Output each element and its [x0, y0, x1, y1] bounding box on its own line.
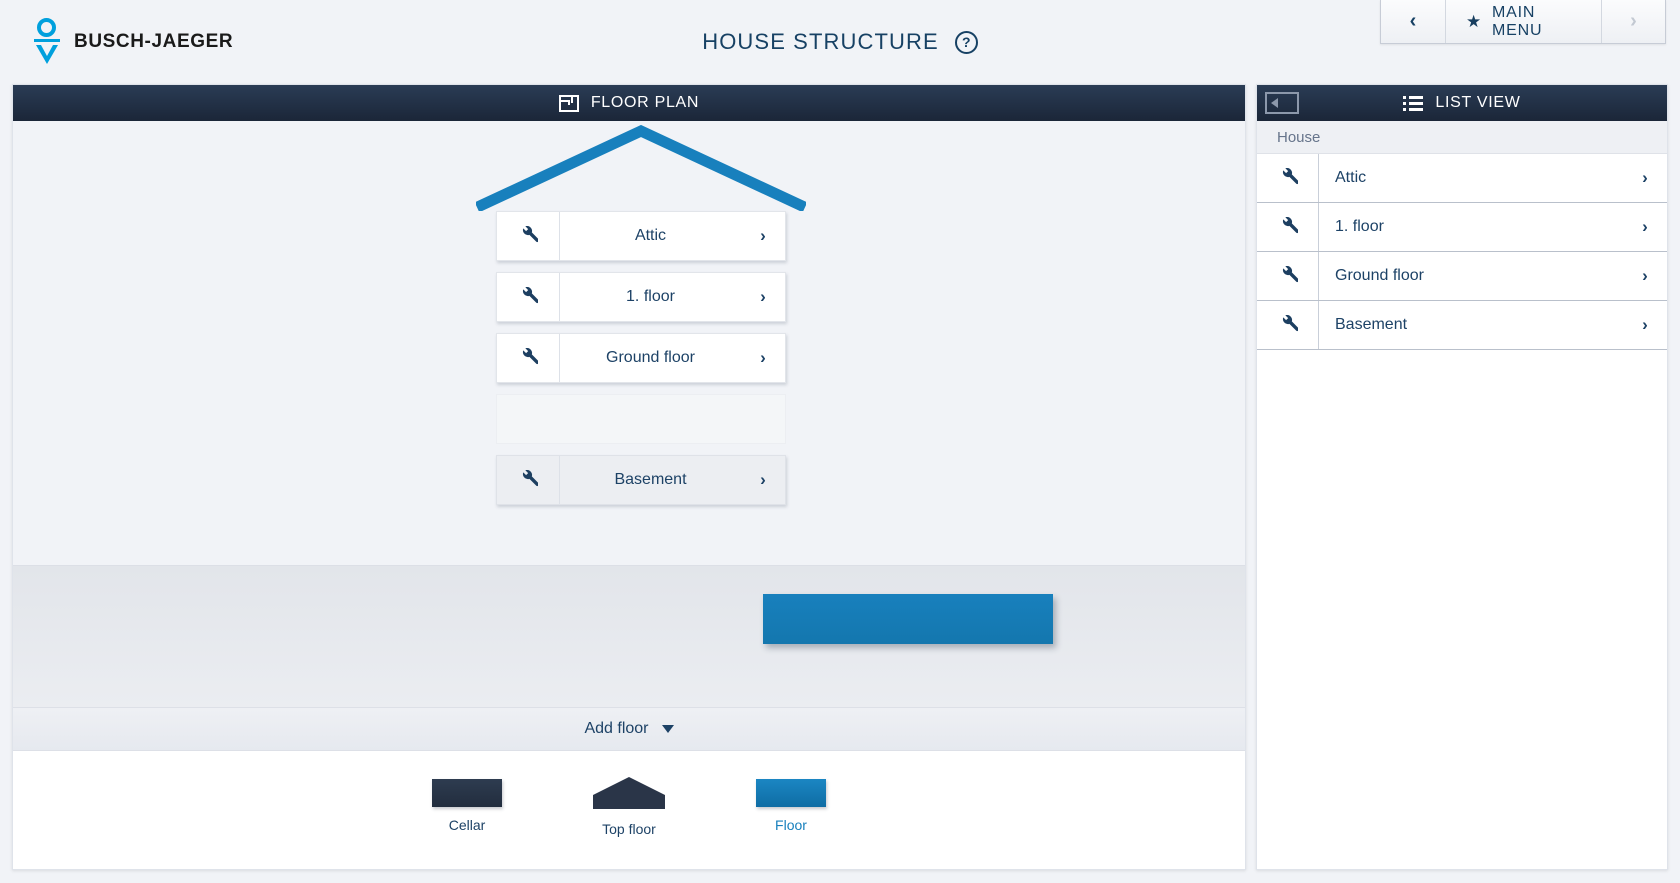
floor-type-palette: Cellar Top floor Floor: [13, 751, 1245, 869]
chevron-right-icon[interactable]: ›: [1623, 217, 1667, 237]
list-view-header-title: LIST VIEW: [1435, 94, 1521, 111]
floor-card-ground-floor[interactable]: Ground floor ›: [496, 333, 786, 383]
busch-jaeger-logo-icon: [34, 18, 60, 66]
floor-swatch-icon[interactable]: [756, 779, 826, 807]
floor-card-label: Basement: [614, 471, 687, 488]
brand-logo: BUSCH-JAEGER: [34, 18, 233, 66]
list-item-label: Attic: [1335, 169, 1367, 186]
nav-forward-button[interactable]: ›: [1601, 0, 1665, 43]
main-menu-label: MAIN MENU: [1492, 3, 1543, 39]
chevron-down-icon[interactable]: [661, 725, 674, 733]
wrench-icon[interactable]: [1257, 154, 1319, 202]
roof-icon: [476, 125, 806, 211]
floor-drop-slot[interactable]: [496, 394, 786, 444]
list-item-label: 1. floor: [1335, 218, 1384, 235]
chevron-right-icon[interactable]: ›: [1623, 315, 1667, 335]
palette-label: Top floor: [602, 821, 656, 837]
add-floor-label: Add floor: [584, 720, 649, 737]
floor-card-attic[interactable]: Attic ›: [496, 211, 786, 261]
star-icon: ★: [1466, 11, 1483, 31]
list-item-label: Basement: [1335, 316, 1408, 333]
brand-name: BUSCH-JAEGER: [74, 31, 234, 52]
add-floor-button[interactable]: Add floor: [13, 707, 1245, 751]
chevron-right-icon[interactable]: ›: [1623, 168, 1667, 188]
floor-plan-header: FLOOR PLAN: [13, 85, 1245, 121]
palette-item-floor[interactable]: Floor: [741, 779, 841, 833]
cellar-swatch-icon[interactable]: [432, 779, 502, 807]
nav-back-button[interactable]: ‹: [1381, 0, 1445, 43]
floor-plan-header-title: FLOOR PLAN: [590, 94, 700, 111]
chevron-right-icon[interactable]: ›: [741, 470, 785, 490]
list-item-label: Ground floor: [1335, 267, 1424, 284]
wrench-icon[interactable]: [497, 334, 560, 382]
palette-item-cellar[interactable]: Cellar: [417, 779, 517, 833]
main-menu-button[interactable]: ★ MAIN MENU: [1445, 0, 1601, 43]
palette-label: Cellar: [448, 817, 486, 833]
help-icon[interactable]: ?: [954, 30, 978, 54]
list-view-header: LIST VIEW: [1257, 85, 1667, 121]
chevron-right-icon[interactable]: ›: [741, 348, 785, 368]
floor-plan-panel: FLOOR PLAN Attic › 1. floor › Ground flo…: [12, 84, 1246, 870]
wrench-icon[interactable]: [1257, 301, 1319, 349]
breadcrumb[interactable]: House: [1257, 121, 1667, 154]
floor-card-label: Attic: [634, 227, 667, 244]
floor-plan-icon: [558, 94, 579, 112]
wrench-icon[interactable]: [1257, 252, 1319, 300]
floor-card-label: 1. floor: [626, 288, 675, 305]
list-icon: [1403, 95, 1424, 111]
wrench-icon[interactable]: [497, 456, 560, 504]
floor-card-basement[interactable]: Basement ›: [496, 455, 786, 505]
dragged-floor-block[interactable]: [763, 594, 1053, 644]
wrench-icon[interactable]: [1257, 203, 1319, 251]
wrench-icon[interactable]: [497, 212, 560, 260]
page-title: HOUSE STRUCTURE: [702, 29, 939, 54]
list-view-panel: LIST VIEW House Attic › 1. floor › Groun…: [1256, 84, 1668, 870]
top-floor-swatch-icon[interactable]: [592, 775, 666, 811]
floor-card-1-floor[interactable]: 1. floor ›: [496, 272, 786, 322]
collapse-panel-icon[interactable]: [1265, 92, 1299, 114]
chevron-right-icon[interactable]: ›: [741, 226, 785, 246]
palette-label: Floor: [775, 817, 807, 833]
palette-item-top-floor[interactable]: Top floor: [579, 775, 679, 837]
house-graphic: Attic › 1. floor › Ground floor › Baseme…: [476, 125, 806, 516]
list-item-attic[interactable]: Attic ›: [1257, 154, 1667, 203]
list-item-1-floor[interactable]: 1. floor ›: [1257, 203, 1667, 252]
chevron-right-icon[interactable]: ›: [741, 287, 785, 307]
floor-card-label: Ground floor: [606, 349, 695, 366]
list-item-ground-floor[interactable]: Ground floor ›: [1257, 252, 1667, 301]
wrench-icon[interactable]: [497, 273, 560, 321]
chevron-right-icon[interactable]: ›: [1623, 266, 1667, 286]
top-bar: BUSCH-JAEGER HOUSE STRUCTURE ? ‹ ★ MAIN …: [0, 0, 1680, 84]
main-menu-group: ‹ ★ MAIN MENU ›: [1380, 0, 1666, 44]
list-item-basement[interactable]: Basement ›: [1257, 301, 1667, 350]
